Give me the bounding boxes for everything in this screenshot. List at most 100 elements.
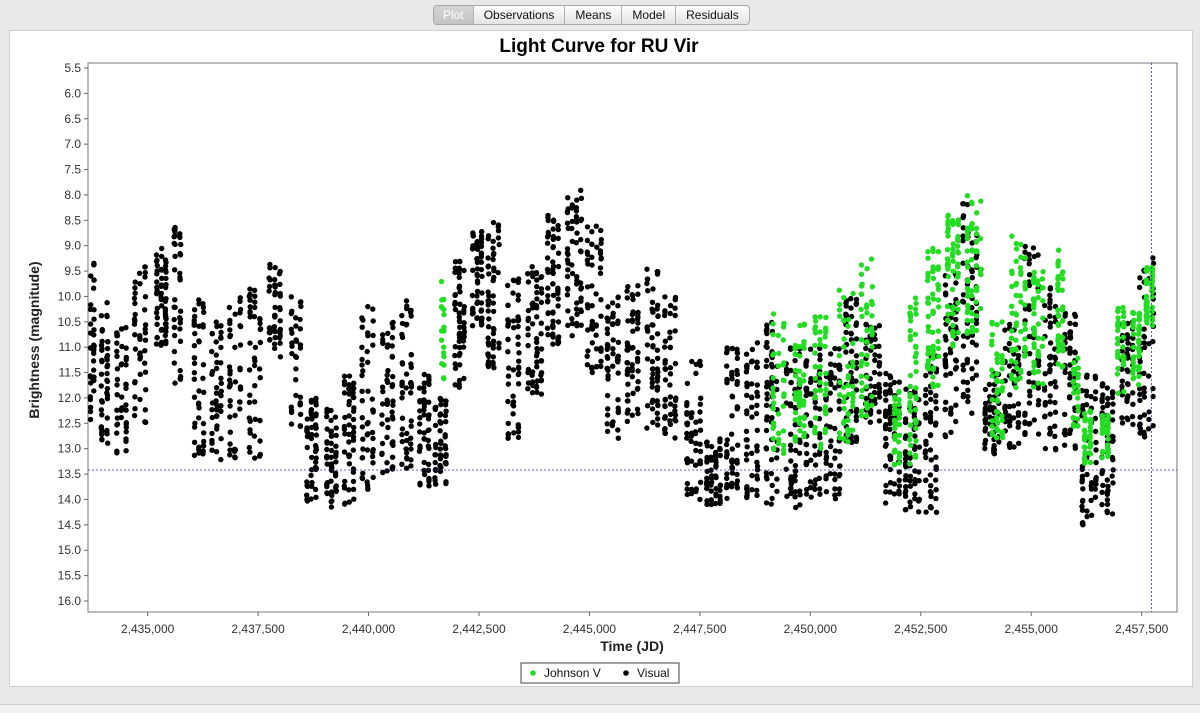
data-point-visual	[630, 292, 636, 299]
data-point-visual	[982, 417, 988, 423]
data-point-visual	[478, 250, 485, 256]
data-point-visual	[359, 415, 365, 421]
data-point-visual	[324, 481, 330, 488]
data-point-visual	[1042, 302, 1048, 309]
light-curve-chart[interactable]: Light Curve for RU Vir 5.56.06.57.07.58.…	[0, 0, 1200, 712]
data-point-johnson-v	[935, 338, 941, 345]
data-point-visual	[525, 315, 532, 321]
data-point-visual	[515, 371, 521, 378]
data-point-visual	[538, 274, 544, 280]
data-point-visual	[209, 447, 215, 453]
data-point-visual	[969, 268, 975, 275]
data-point-visual	[91, 367, 97, 373]
data-point-johnson-v	[1081, 444, 1088, 450]
data-point-visual	[693, 447, 699, 454]
data-point-johnson-v	[891, 462, 898, 468]
data-point-visual	[667, 302, 674, 309]
data-point-visual	[171, 360, 177, 366]
data-point-visual	[1079, 507, 1086, 513]
data-point-visual	[832, 476, 838, 483]
data-point-visual	[515, 381, 522, 387]
data-point-visual	[1052, 445, 1059, 452]
data-point-visual	[887, 453, 894, 460]
data-point-visual	[713, 451, 719, 458]
data-point-johnson-v	[999, 366, 1005, 372]
data-point-visual	[172, 304, 178, 310]
data-point-visual	[754, 487, 760, 494]
data-point-johnson-v	[912, 295, 919, 301]
data-point-visual	[872, 357, 878, 363]
data-point-visual	[442, 432, 448, 438]
data-point-visual	[272, 284, 278, 290]
data-point-johnson-v	[1131, 317, 1137, 323]
data-point-visual	[555, 263, 562, 270]
data-point-johnson-v	[1135, 345, 1142, 351]
data-point-visual	[114, 348, 120, 355]
data-point-visual	[369, 453, 376, 460]
data-point-visual	[172, 267, 178, 273]
data-point-johnson-v	[994, 426, 1000, 432]
data-point-visual	[828, 381, 834, 387]
data-point-johnson-v	[864, 339, 870, 345]
data-point-visual	[490, 300, 496, 306]
data-point-visual	[132, 332, 138, 338]
data-point-visual	[257, 326, 264, 332]
data-point-visual	[754, 382, 760, 388]
data-point-visual	[927, 419, 934, 425]
data-point-visual	[982, 428, 988, 434]
data-point-visual	[1141, 394, 1148, 400]
data-point-johnson-v	[836, 287, 842, 293]
data-point-visual	[565, 267, 571, 273]
data-point-visual	[662, 396, 668, 402]
data-point-visual	[1104, 491, 1111, 498]
data-point-visual	[1084, 374, 1090, 380]
data-point-johnson-v	[968, 199, 975, 205]
data-point-visual	[312, 442, 319, 449]
data-point-johnson-v	[935, 328, 942, 334]
data-point-visual	[1125, 346, 1131, 352]
data-point-visual	[615, 427, 621, 433]
data-point-visual	[803, 460, 810, 467]
data-point-visual	[871, 369, 878, 376]
data-point-visual	[246, 399, 253, 406]
data-point-visual	[252, 304, 258, 311]
data-point-johnson-v	[780, 428, 787, 434]
data-point-johnson-v	[973, 225, 980, 232]
data-point-visual	[196, 301, 202, 307]
data-point-visual	[649, 380, 655, 386]
data-point-visual	[923, 441, 929, 447]
data-point-visual	[277, 326, 283, 333]
data-point-johnson-v	[792, 417, 798, 423]
data-point-visual	[485, 324, 492, 330]
data-point-johnson-v	[1035, 368, 1042, 375]
data-point-johnson-v	[1143, 311, 1150, 318]
data-point-visual	[384, 434, 390, 440]
data-point-johnson-v	[1009, 303, 1015, 309]
data-point-johnson-v	[1099, 455, 1105, 461]
data-point-visual	[624, 360, 630, 366]
data-point-visual	[927, 472, 934, 478]
data-point-visual	[729, 470, 736, 476]
data-point-visual	[390, 373, 396, 380]
data-point-visual	[942, 433, 949, 440]
data-point-visual	[232, 454, 238, 460]
data-point-visual	[91, 343, 97, 349]
data-point-visual	[662, 357, 668, 364]
data-point-visual	[403, 298, 410, 304]
data-point-visual	[209, 437, 215, 444]
data-point-johnson-v	[989, 373, 995, 379]
data-point-visual	[883, 381, 889, 388]
data-point-johnson-v	[812, 424, 818, 431]
data-point-visual	[364, 421, 370, 427]
data-point-visual	[328, 428, 335, 434]
data-point-visual	[247, 449, 253, 455]
data-point-visual	[257, 451, 263, 458]
data-point-visual	[304, 483, 311, 490]
data-point-visual	[836, 406, 843, 412]
data-point-visual	[490, 238, 496, 244]
data-point-visual	[922, 477, 929, 484]
data-point-johnson-v	[817, 387, 824, 393]
data-point-visual	[1052, 399, 1058, 406]
data-point-visual	[832, 455, 838, 461]
data-point-johnson-v	[823, 370, 829, 377]
